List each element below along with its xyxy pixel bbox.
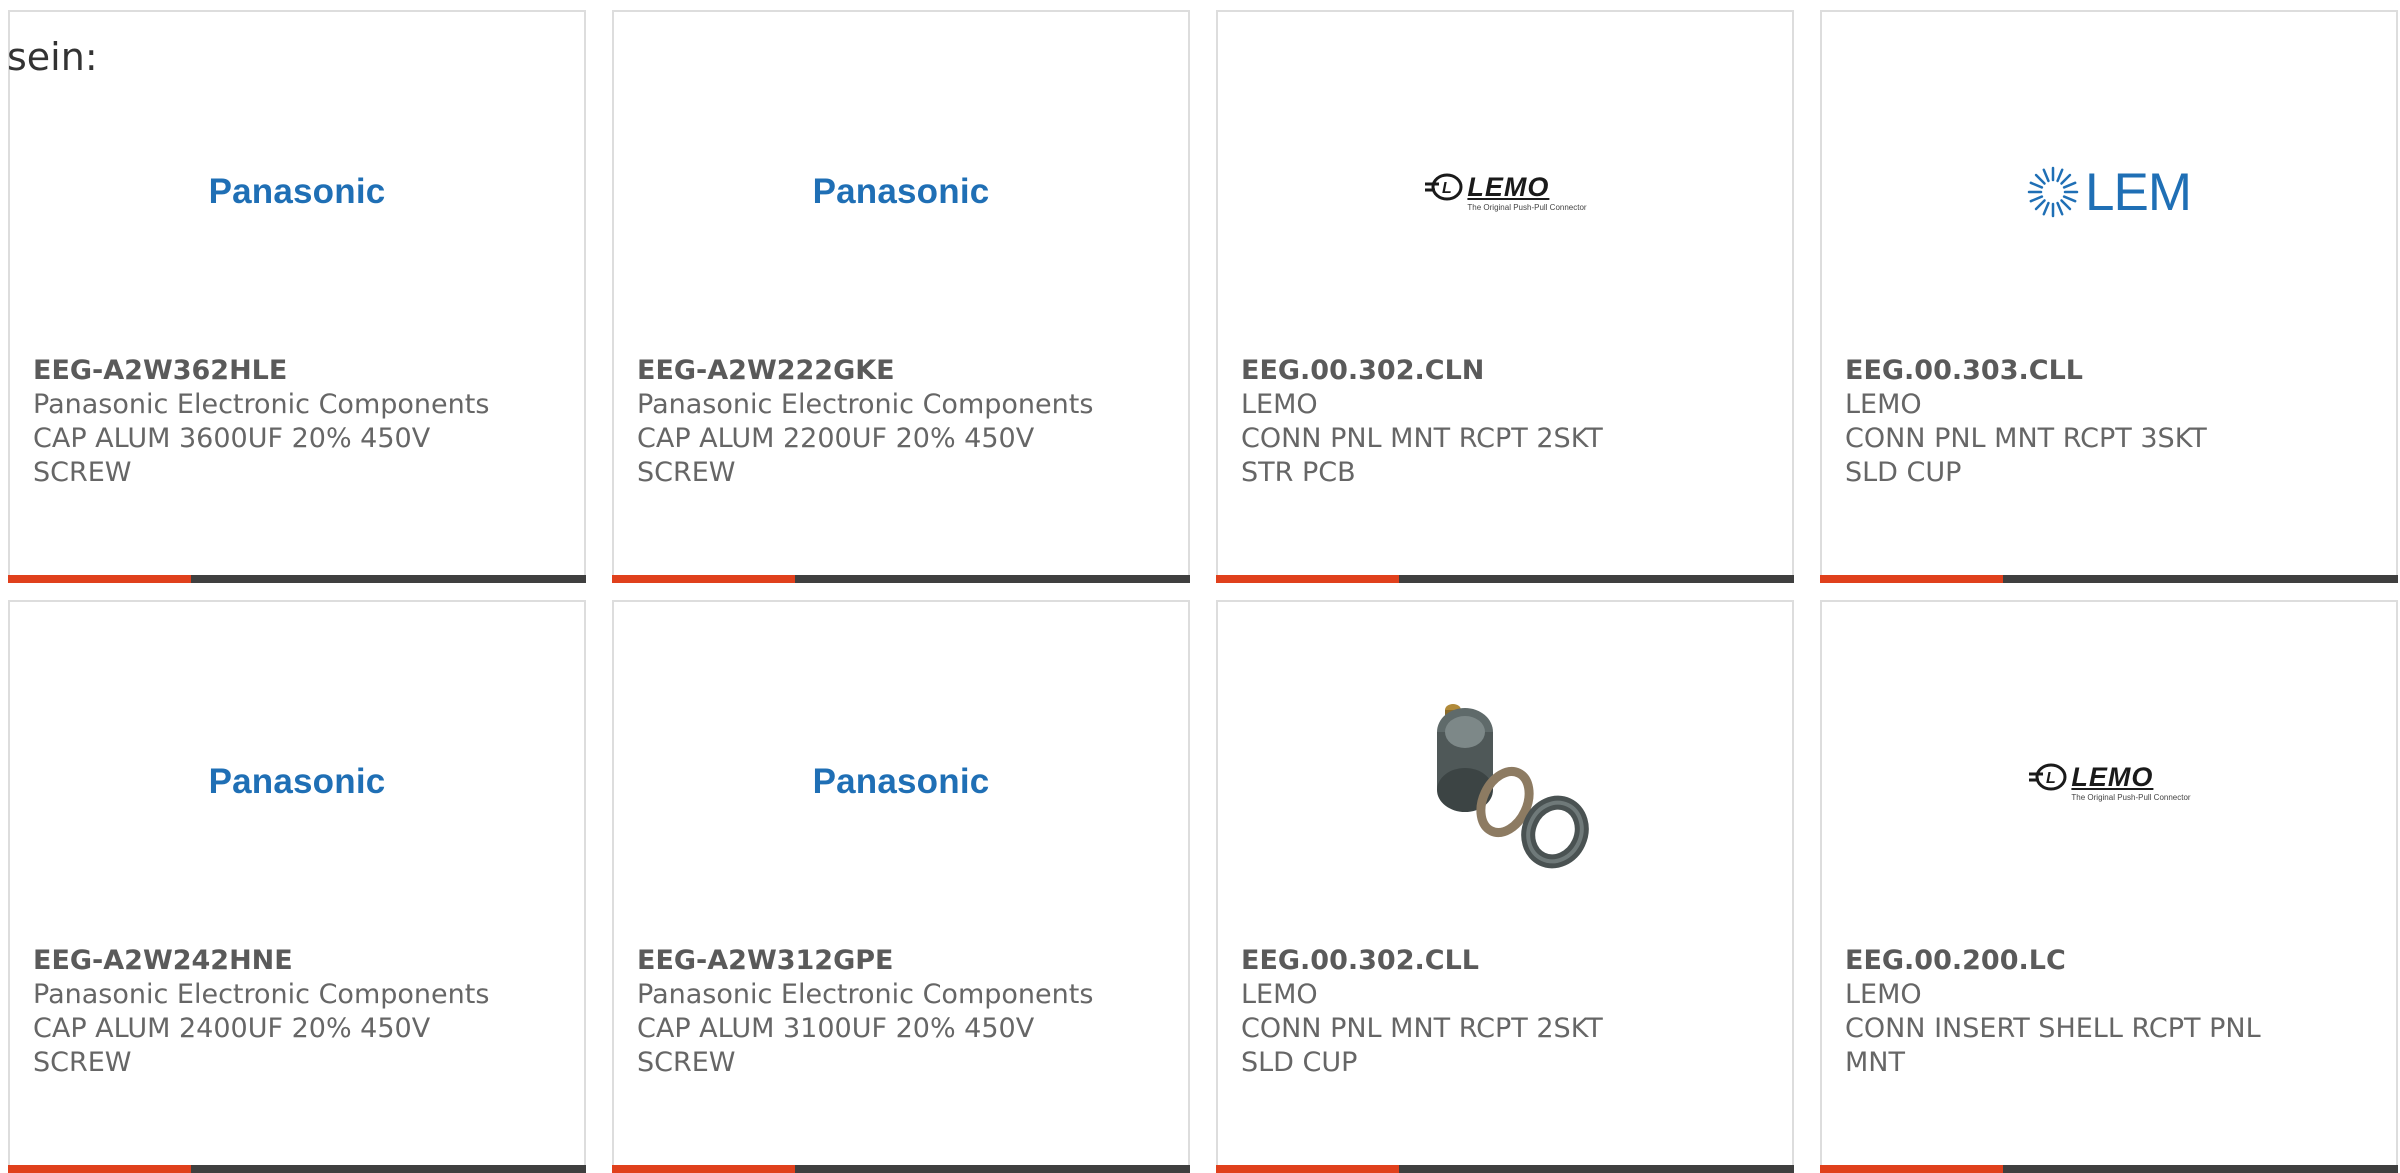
- panasonic-logo: Panasonic: [812, 172, 990, 211]
- lem-wordmark: LEM: [2085, 162, 2192, 222]
- product-card[interactable]: LEM EEG.00.303.CLL LEMO CONN PNL MNT RCP…: [1820, 10, 2398, 583]
- card-accent-bar: [612, 575, 1190, 583]
- lemo-emblem-icon: L: [2029, 763, 2067, 791]
- product-description: CAP ALUM 2400UF 20% 450V SCREW: [33, 1013, 431, 1078]
- card-accent-bar: [8, 1165, 586, 1173]
- product-image: Panasonic: [614, 672, 1188, 892]
- product-description: CAP ALUM 3100UF 20% 450V SCREW: [637, 1013, 1035, 1078]
- product-description: CAP ALUM 3600UF 20% 450V SCREW: [33, 423, 431, 488]
- part-number[interactable]: EEG.00.302.CLN: [1241, 354, 1661, 388]
- manufacturer: LEMO: [1241, 389, 1318, 420]
- product-description: CONN INSERT SHELL RCPT PNL MNT: [1845, 1013, 2261, 1078]
- part-number[interactable]: EEG.00.200.LC: [1845, 944, 2265, 978]
- product-card[interactable]: L LEMO The Original Push-Pull Connector …: [1216, 10, 1794, 583]
- product-description: CONN PNL MNT RCPT 2SKT SLD CUP: [1241, 1013, 1603, 1078]
- lemo-wordmark: LEMO: [2071, 761, 2154, 792]
- product-description: CONN PNL MNT RCPT 3SKT SLD CUP: [1845, 423, 2207, 488]
- product-card[interactable]: EEG.00.302.CLL LEMO CONN PNL MNT RCPT 2S…: [1216, 600, 1794, 1173]
- part-number[interactable]: EEG-A2W362HLE: [33, 354, 489, 388]
- card-accent-bar: [612, 1165, 1190, 1173]
- svg-text:L: L: [1442, 180, 1452, 197]
- manufacturer: Panasonic Electronic Components: [637, 389, 1094, 420]
- product-card[interactable]: Panasonic EEG-A2W362HLE Panasonic Electr…: [8, 10, 586, 583]
- product-image: Panasonic: [10, 672, 584, 892]
- lemo-logo: L LEMO The Original Push-Pull Connector: [1423, 171, 1587, 212]
- product-image: Panasonic: [10, 82, 584, 302]
- manufacturer: Panasonic Electronic Components: [637, 979, 1094, 1010]
- lemo-logo: L LEMO The Original Push-Pull Connector: [2027, 761, 2191, 802]
- panasonic-logo: Panasonic: [208, 762, 386, 801]
- card-accent-bar: [1820, 575, 2398, 583]
- svg-text:L: L: [2046, 770, 2056, 787]
- part-number[interactable]: EEG-A2W242HNE: [33, 944, 489, 978]
- card-accent-bar: [1216, 575, 1794, 583]
- intro-text: sein:: [7, 35, 98, 79]
- manufacturer: LEMO: [1845, 389, 1922, 420]
- part-number[interactable]: EEG-A2W312GPE: [637, 944, 1093, 978]
- part-number[interactable]: EEG.00.302.CLL: [1241, 944, 1661, 978]
- panasonic-logo: Panasonic: [208, 172, 386, 211]
- manufacturer: LEMO: [1241, 979, 1318, 1010]
- product-card[interactable]: Panasonic EEG-A2W242HNE Panasonic Electr…: [8, 600, 586, 1173]
- product-image: L LEMO The Original Push-Pull Connector: [1218, 82, 1792, 302]
- product-image: [1218, 672, 1792, 892]
- lemo-wordmark: LEMO: [1467, 171, 1550, 202]
- product-image: LEM: [1822, 82, 2396, 302]
- product-card[interactable]: Panasonic EEG-A2W222GKE Panasonic Electr…: [612, 10, 1190, 583]
- product-image: L LEMO The Original Push-Pull Connector: [1822, 672, 2396, 892]
- product-description: CONN PNL MNT RCPT 2SKT STR PCB: [1241, 423, 1603, 488]
- lemo-tagline: The Original Push-Pull Connector: [1467, 203, 1587, 212]
- product-description: CAP ALUM 2200UF 20% 450V SCREW: [637, 423, 1035, 488]
- card-accent-bar: [8, 575, 586, 583]
- part-number[interactable]: EEG-A2W222GKE: [637, 354, 1093, 388]
- panasonic-logo: Panasonic: [812, 762, 990, 801]
- manufacturer: LEMO: [1845, 979, 1922, 1010]
- card-accent-bar: [1216, 1165, 1794, 1173]
- lemo-emblem-icon: L: [1425, 173, 1463, 201]
- product-card[interactable]: L LEMO The Original Push-Pull Connector …: [1820, 600, 2398, 1173]
- product-image: Panasonic: [614, 82, 1188, 302]
- manufacturer: Panasonic Electronic Components: [33, 389, 490, 420]
- manufacturer: Panasonic Electronic Components: [33, 979, 490, 1010]
- card-accent-bar: [1820, 1165, 2398, 1173]
- lem-sunburst-icon: [2027, 166, 2079, 218]
- lem-logo: LEM: [2027, 162, 2192, 222]
- product-card[interactable]: Panasonic EEG-A2W312GPE Panasonic Electr…: [612, 600, 1190, 1173]
- connector-photo: [1405, 682, 1605, 882]
- part-number[interactable]: EEG.00.303.CLL: [1845, 354, 2265, 388]
- lemo-tagline: The Original Push-Pull Connector: [2071, 793, 2191, 802]
